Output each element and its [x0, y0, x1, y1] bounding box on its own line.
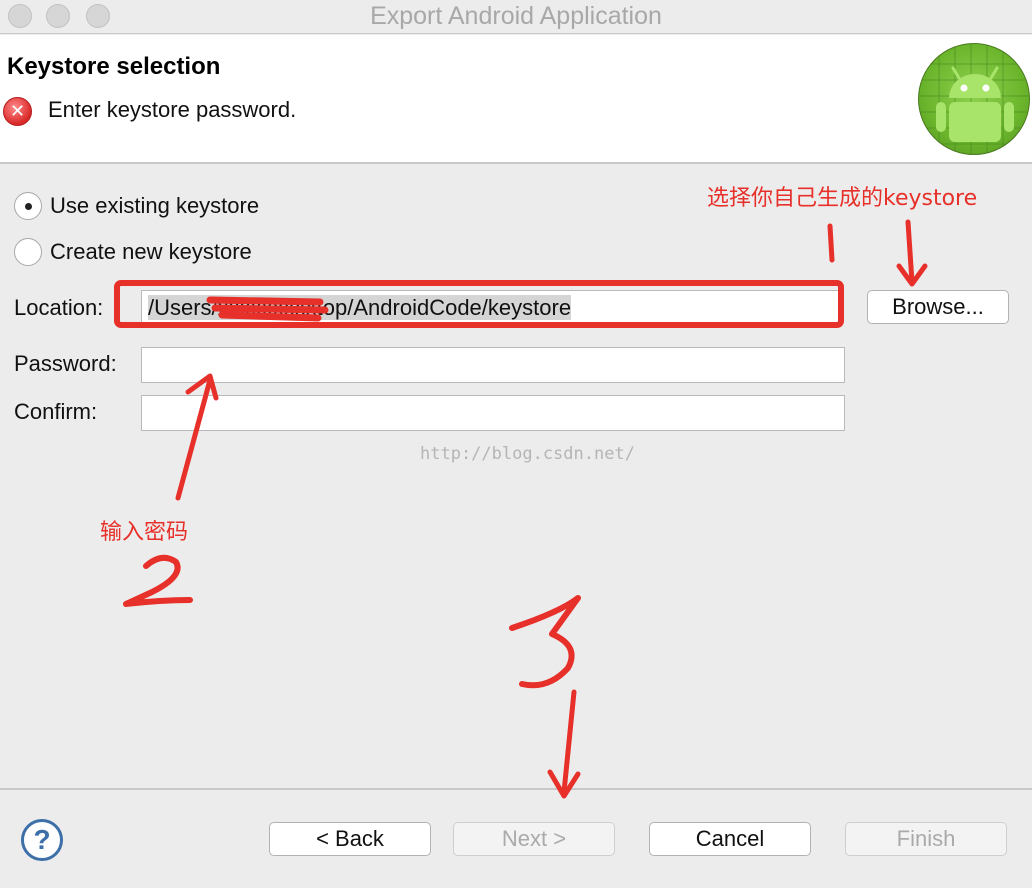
back-button[interactable]: < Back: [269, 822, 431, 856]
browse-arrow-head: [896, 263, 928, 287]
create-new-keystore-radio[interactable]: [14, 238, 42, 266]
password-label: Password:: [14, 351, 117, 376]
page-title: Keystore selection: [7, 53, 221, 80]
finish-button[interactable]: Finish: [845, 822, 1007, 856]
use-existing-keystore-label[interactable]: Use existing keystore: [50, 193, 259, 219]
next-button[interactable]: Next >: [453, 822, 615, 856]
keystore-hint-annotation: 选择你自己生成的keystore: [707, 186, 978, 211]
location-input[interactable]: /Users/xxxxxxxxxtop/AndroidCode/keystore: [141, 290, 839, 326]
location-value: /Users/xxxxxxxxxtop/AndroidCode/keystore: [148, 295, 572, 320]
password-input[interactable]: [141, 347, 845, 383]
error-message: Enter keystore password.: [48, 97, 297, 122]
create-new-keystore-label[interactable]: Create new keystore: [50, 239, 252, 265]
number-one-mark: [827, 223, 835, 263]
wizard-header: Keystore selection ✕ Enter keystore pass…: [0, 35, 1032, 164]
location-label: Location:: [14, 295, 104, 320]
title-bar: Export Android Application: [0, 0, 1032, 34]
password-hint-annotation: 输入密码: [100, 520, 189, 545]
next-arrow-shaft: [561, 689, 577, 795]
number-two-mark: [123, 554, 193, 607]
error-icon: ✕: [3, 97, 32, 126]
number-three-mark: [509, 595, 581, 689]
browse-button[interactable]: Browse...: [867, 290, 1009, 324]
watermark: http://blog.csdn.net/: [420, 444, 635, 464]
cancel-button[interactable]: Cancel: [649, 822, 811, 856]
confirm-input[interactable]: [141, 395, 845, 431]
use-existing-keystore-radio[interactable]: [14, 192, 42, 220]
window-title: Export Android Application: [370, 2, 662, 30]
android-logo-icon: [918, 43, 1030, 155]
browse-arrow-shaft: [905, 219, 915, 285]
help-icon[interactable]: ?: [21, 819, 63, 861]
footer-divider: [0, 788, 1032, 790]
confirm-label: Confirm:: [14, 399, 98, 424]
next-arrow-head: [547, 769, 581, 799]
